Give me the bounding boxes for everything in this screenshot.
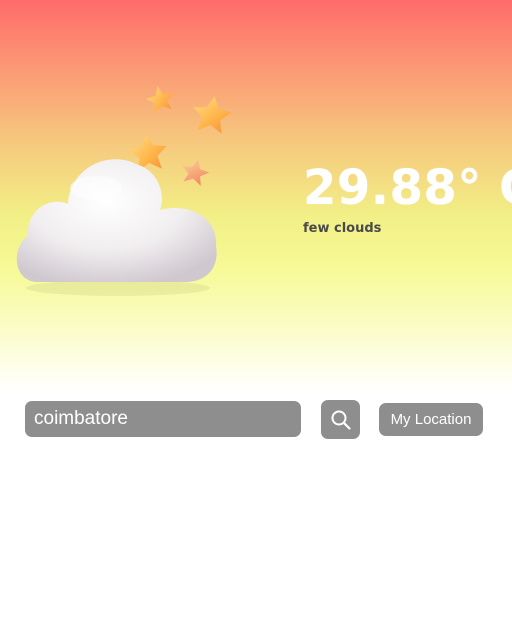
search-icon xyxy=(331,410,351,430)
city-search-input[interactable] xyxy=(25,401,301,437)
star-icon xyxy=(145,86,174,113)
star-icon xyxy=(182,159,210,186)
search-button[interactable] xyxy=(321,400,360,439)
weather-description: few clouds xyxy=(303,221,382,236)
my-location-button[interactable]: My Location xyxy=(379,403,483,436)
star-icon xyxy=(193,96,232,134)
weather-icon xyxy=(0,70,250,310)
few-clouds-night-icon xyxy=(16,86,232,296)
temperature-readout: 29.88° C xyxy=(303,160,512,216)
